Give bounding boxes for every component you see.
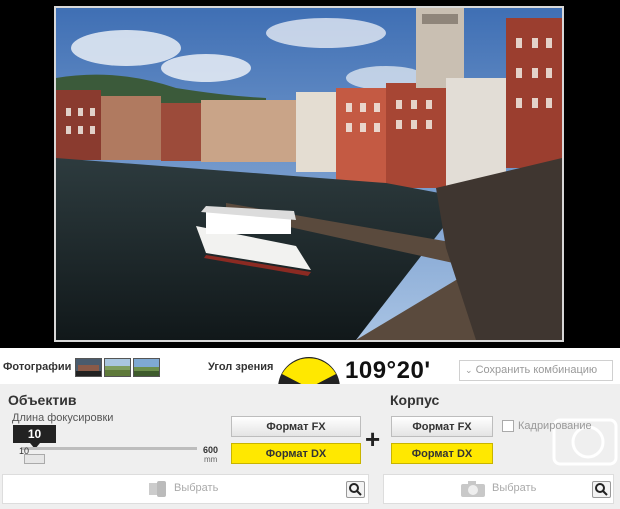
crop-label: Кадрирование <box>518 420 592 432</box>
save-combination-label: Сохранить комбинацию <box>475 364 598 376</box>
focal-length-slider-track[interactable] <box>22 447 197 450</box>
city-photo-thumbnail[interactable] <box>75 358 102 377</box>
chevron-down-icon: ⌄ <box>465 365 473 375</box>
photo-preview-area <box>0 0 620 348</box>
focal-length-slider-handle[interactable] <box>24 454 45 464</box>
field-photo-thumbnail[interactable] <box>133 358 160 377</box>
view-angle-label: Угол зрения <box>208 361 274 373</box>
lens-section-title: Объектив <box>8 392 77 408</box>
search-icon <box>595 483 608 496</box>
body-search-button[interactable] <box>592 481 611 498</box>
landscape-photo-thumbnail[interactable] <box>104 358 131 377</box>
lens-icon <box>149 481 166 497</box>
preview-photo <box>54 6 564 342</box>
focal-length-label: Длина фокусировки <box>12 412 114 424</box>
slider-unit-label: mm <box>204 455 218 464</box>
focal-length-value: 10 <box>13 425 56 449</box>
lens-dx-format-button[interactable]: Формат DX <box>231 443 361 464</box>
lens-search-button[interactable] <box>346 481 365 498</box>
camera-body-icon <box>461 481 485 497</box>
body-select-label[interactable]: Выбрать <box>492 482 536 494</box>
lens-select-label[interactable]: Выбрать <box>174 482 218 494</box>
photos-label: Фотографии <box>3 361 72 373</box>
body-section-title: Корпус <box>390 392 440 408</box>
view-angle-value: 109°20' <box>345 357 431 384</box>
lens-fx-format-button[interactable]: Формат FX <box>231 416 361 437</box>
crop-checkbox[interactable] <box>502 420 514 432</box>
body-fx-format-button[interactable]: Формат FX <box>391 416 493 437</box>
slider-max-label: 600 <box>203 445 219 455</box>
camera-silhouette-icon <box>552 418 618 466</box>
save-combination-button[interactable]: ⌄ Сохранить комбинацию <box>459 360 613 381</box>
plus-icon: + <box>365 424 381 454</box>
search-icon <box>349 483 362 496</box>
body-dx-format-button[interactable]: Формат DX <box>391 443 493 464</box>
